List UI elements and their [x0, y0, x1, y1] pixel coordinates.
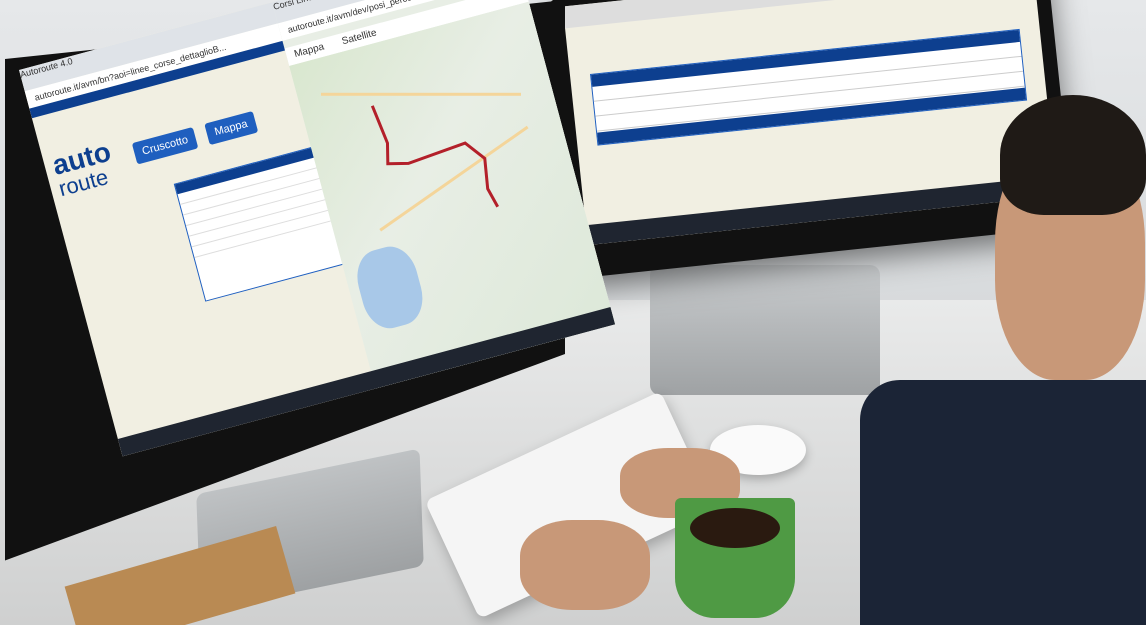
scene: Autoroute 4.0 autoroute.it/avm/bn?aoi=li…: [0, 0, 1146, 625]
mappa-button[interactable]: Mappa: [204, 111, 258, 146]
right-topbar: [562, 0, 1035, 29]
autoroute-logo: auto route: [48, 135, 115, 202]
coffee: [690, 508, 780, 548]
left-screen: Autoroute 4.0 autoroute.it/avm/bn?aoi=li…: [19, 0, 616, 457]
computer-box: [650, 265, 880, 395]
person-hair: [1000, 95, 1146, 215]
right-screen: [562, 0, 1058, 246]
person-body: [860, 380, 1146, 625]
left-hand: [520, 520, 650, 610]
right-table: [589, 28, 1028, 146]
right-taskbar: [585, 175, 1058, 246]
cruscotto-button[interactable]: Cruscotto: [131, 126, 199, 165]
